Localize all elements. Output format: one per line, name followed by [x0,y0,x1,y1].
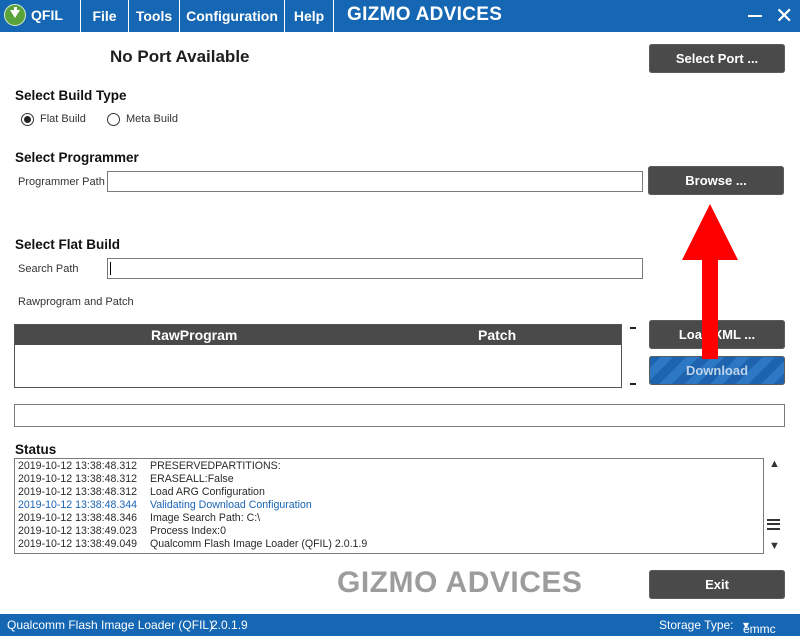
red-arrow-icon [682,204,738,359]
rawprogram-patch-label: Rawprogram and Patch [18,296,134,308]
status-log[interactable]: 2019-10-12 13:38:48.312 PRESERVEDPARTITIO… [14,458,764,554]
scroll-down-icon[interactable]: ▼ [769,540,780,552]
log-line: 2019-10-12 13:38:48.312 PRESERVEDPARTITIO… [18,460,281,472]
column-rawprogram: RawProgram [151,327,238,343]
text-caret [110,262,111,275]
log-line: 2019-10-12 13:38:49.023 Process Index:0 [18,525,226,537]
log-line: 2019-10-12 13:38:48.346 Image Search Path… [18,512,261,524]
download-button[interactable]: Download [649,356,785,385]
select-port-button[interactable]: Select Port ... [649,44,785,73]
search-path-input[interactable] [107,258,643,279]
status-title: Status [15,442,57,457]
menu-configuration[interactable]: Configuration [179,0,284,32]
storage-type-select[interactable]: emmc ▾ [743,618,776,636]
watermark: GIZMO ADVICES [337,566,583,599]
exit-button[interactable]: Exit [649,570,785,599]
flat-build-label: Flat Build [40,113,86,125]
meta-build-radio[interactable] [107,113,120,126]
close-icon[interactable]: ✕ [775,3,793,29]
flat-build-radio[interactable] [21,113,34,126]
programmer-path-input[interactable] [107,171,643,192]
rawprogram-patch-table[interactable]: RawProgram Patch [14,324,622,388]
menu-help[interactable]: Help [284,0,334,32]
menu-tools[interactable]: Tools [128,0,179,32]
search-path-label: Search Path [18,263,79,275]
progress-bar [14,404,785,427]
meta-build-label: Meta Build [126,113,178,125]
browse-button[interactable]: Browse ... [648,166,784,195]
table-separator-dash [630,327,636,329]
scrollbar-thumb[interactable] [767,519,780,530]
build-type-title: Select Build Type [15,88,127,103]
table-separator-dash [630,383,636,385]
title-bar: QFIL File Tools Configuration Help GIZMO… [0,0,800,32]
programmer-path-label: Programmer Path [18,176,105,188]
flat-build-title: Select Flat Build [15,237,121,252]
column-patch: Patch [478,327,517,343]
log-line: 2019-10-12 13:38:48.312 Load ARG Configur… [18,486,265,498]
log-line: 2019-10-12 13:38:49.049 Qualcomm Flash Im… [18,538,368,550]
footer-version: 2.0.1.9 [211,618,248,632]
app-name: QFIL [31,7,63,23]
storage-type-label: Storage Type: [659,618,734,632]
port-status: No Port Available [110,47,250,66]
download-arrow-icon [4,4,26,26]
programmer-title: Select Programmer [15,150,139,165]
minimize-icon[interactable] [748,15,762,17]
log-line-highlighted: 2019-10-12 13:38:48.344 Validating Downlo… [18,499,312,511]
menu-file[interactable]: File [80,0,128,32]
log-line: 2019-10-12 13:38:48.312 ERASEALL:False [18,473,234,485]
footer-app-title: Qualcomm Flash Image Loader (QFIL) [7,618,214,632]
brand-title: GIZMO ADVICES [347,4,503,25]
table-header: RawProgram Patch [15,325,621,345]
scroll-up-icon[interactable]: ▲ [769,458,780,470]
status-bar: Qualcomm Flash Image Loader (QFIL) 2.0.1… [0,614,800,636]
